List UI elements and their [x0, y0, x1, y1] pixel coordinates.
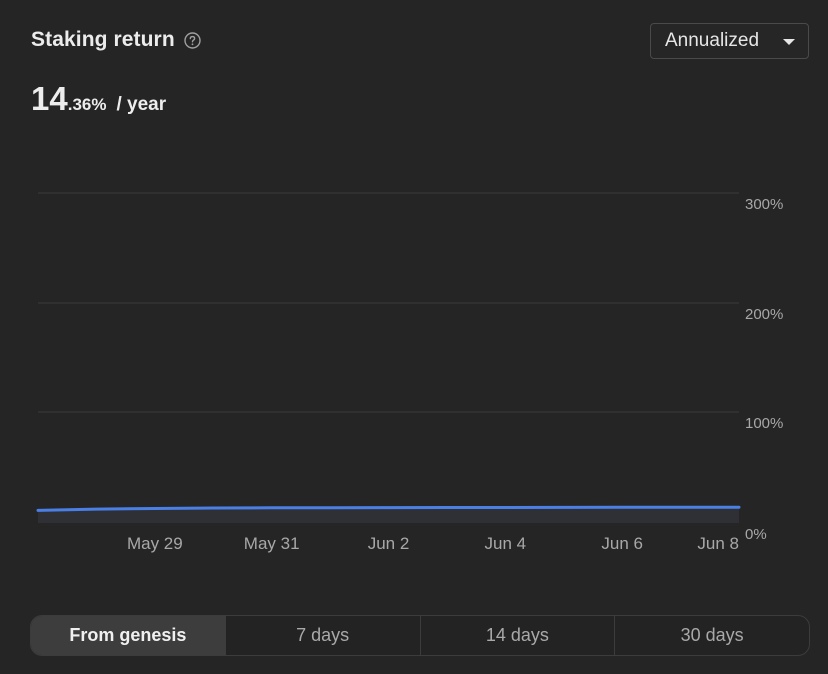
tab-7-days[interactable]: 7 days [224, 616, 420, 655]
tab-label: 30 days [680, 625, 744, 645]
time-range-tabs: From genesis 7 days 14 days 30 days [30, 615, 810, 656]
tab-label: 14 days [485, 625, 549, 645]
x-tick-label: Jun 6 [601, 534, 643, 553]
y-tick-label: 300% [745, 196, 783, 213]
tab-30-days[interactable]: 30 days [614, 616, 809, 655]
staking-return-card: Staking return Annualized 14 .36% / year… [0, 0, 828, 674]
x-tick-label: Jun 8 [697, 534, 739, 553]
staking-return-chart: 300% 200% 100% 0% May 29 May 31 Jun 2 Jun 4 Jun … [36, 192, 783, 553]
x-tick-label: May 29 [127, 534, 183, 553]
tab-label: From genesis [69, 625, 187, 645]
y-tick-label: 100% [745, 415, 783, 432]
tab-14-days[interactable]: 14 days [419, 616, 615, 655]
y-tick-label: 0% [745, 526, 767, 543]
x-tick-label: Jun 4 [485, 534, 527, 553]
y-tick-label: 200% [745, 306, 783, 323]
tab-label: 7 days [296, 625, 350, 645]
x-tick-label: May 31 [244, 534, 300, 553]
x-tick-label: Jun 2 [368, 534, 410, 553]
tab-from-genesis[interactable]: From genesis [31, 616, 225, 655]
